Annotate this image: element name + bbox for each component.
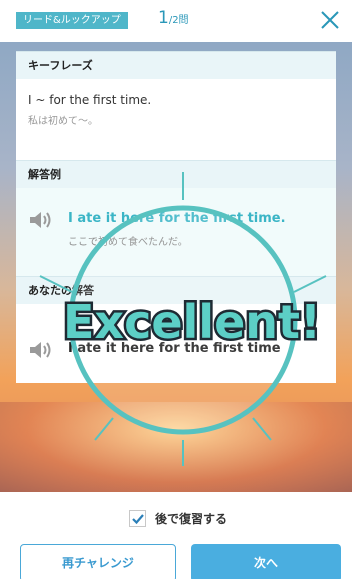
model-answer-section: I ate it here for the first time. ここで初めて…: [16, 188, 336, 276]
progress-current: 1: [158, 8, 169, 28]
content-card: キーフレーズ I ~ for the first time. 私は初めて〜。 解…: [16, 51, 336, 383]
speaker-icon[interactable]: [28, 340, 54, 360]
footer-actions: 後で復習する 再チャレンジ 次へ: [0, 492, 352, 579]
your-answer-heading: あなたの解答: [16, 276, 336, 304]
question-counter: 1/2問: [158, 8, 189, 28]
next-button[interactable]: 次へ: [191, 544, 341, 579]
close-icon: [321, 11, 339, 29]
answer-heading: 解答例: [16, 160, 336, 188]
close-button[interactable]: [318, 8, 342, 32]
your-answer-en: I ate it here for the first time: [68, 341, 281, 356]
model-answer-en: I ate it here for the first time.: [68, 211, 286, 226]
key-phrase-heading: キーフレーズ: [16, 51, 336, 79]
checkmark-icon: [132, 514, 144, 525]
review-later-toggle[interactable]: 後で復習する: [129, 510, 227, 527]
mode-badge: リード&ルックアップ: [16, 12, 128, 29]
speaker-icon[interactable]: [28, 210, 54, 230]
your-answer-section: I ate it here for the first time: [16, 304, 336, 383]
header-bar: リード&ルックアップ 1/2問: [0, 0, 352, 42]
progress-total: /2問: [168, 15, 189, 26]
review-checkbox[interactable]: [129, 510, 146, 527]
key-phrase-section: I ~ for the first time. 私は初めて〜。: [16, 79, 336, 160]
key-phrase-jp: 私は初めて〜。: [28, 116, 98, 127]
model-answer-jp: ここで初めて食べたんだ。: [68, 237, 188, 248]
retry-button[interactable]: 再チャレンジ: [20, 544, 176, 579]
review-later-label: 後で復習する: [155, 512, 228, 526]
key-phrase-en: I ~ for the first time.: [28, 93, 152, 107]
